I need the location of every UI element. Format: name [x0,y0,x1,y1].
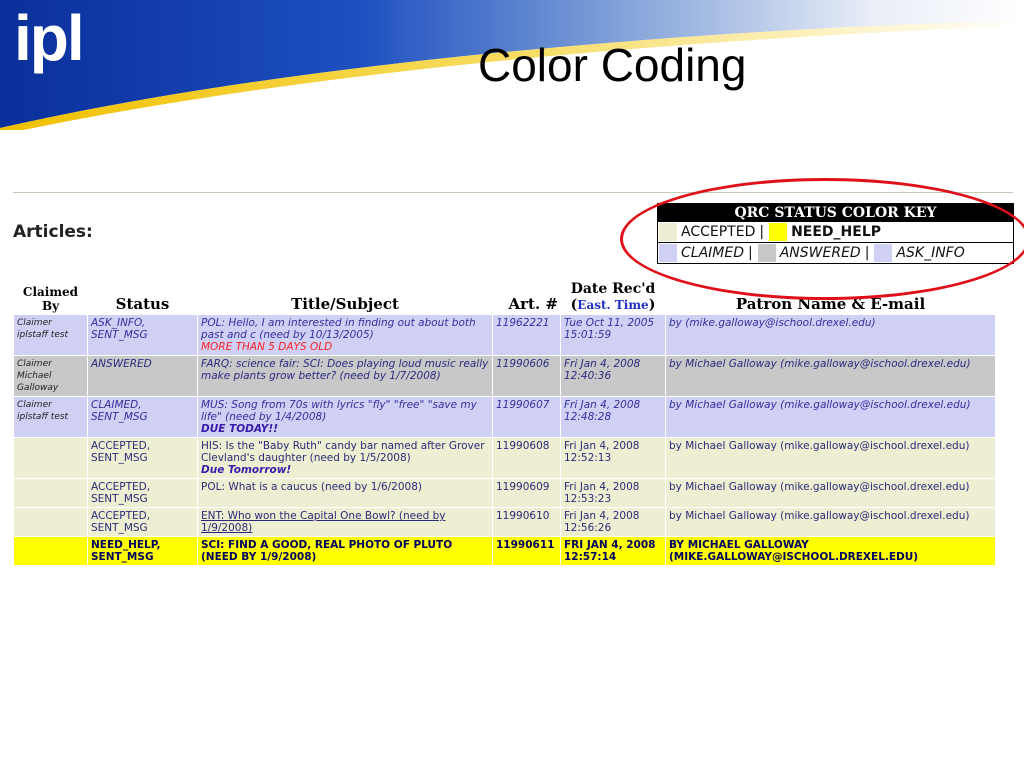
claimer-cell [13,536,88,566]
date-cell: Fri Jan 4, 2008 12:56:26 [560,507,666,537]
patron-cell: by Michael Galloway (mike.galloway@ischo… [665,355,996,397]
answered-swatch [757,244,776,262]
claimer-cell [13,437,88,479]
accepted-swatch [659,223,677,241]
col-claimed-by-line1: Claimed [22,285,79,299]
claimer-cell: Claimer iplstaff test [13,314,88,356]
claimer-cell: Claimer iplstaff test [13,396,88,438]
east-time-link[interactable]: East. Time [577,298,648,312]
key-accepted: ACCEPTED [681,224,756,240]
title-cell[interactable]: SCI: FIND A GOOD, REAL PHOTO OF PLUTO (N… [197,536,493,566]
key-claimed: CLAIMED [681,245,744,261]
col-patron[interactable]: Patron Name & E-mail [665,279,996,315]
col-claimed-by-line2: By [41,299,60,313]
table-row[interactable]: Claimer Michael Galloway ANSWERED FARQ: … [13,355,996,397]
table-header-row: Claimed By Status Title/Subject Art. # D… [13,279,996,315]
col-status[interactable]: Status [87,279,198,315]
title-text[interactable]: HIS: Is the "Baby Ruth" candy bar named … [201,440,485,464]
art-number-link[interactable]: 11962221 [492,314,561,356]
title-cell[interactable]: FARQ: science fair: SCI: Does playing lo… [197,355,493,397]
col-art[interactable]: Art. # [492,279,561,315]
col-date[interactable]: Date Rec'd (East. Time) [560,279,666,315]
key-separator: | [759,224,765,240]
key-answered: ANSWERED [779,245,861,261]
title-text[interactable]: POL: What is a caucus (need by 1/6/2008) [201,481,422,493]
slide-title: Color Coding [478,39,747,91]
date-cell: Fri Jan 4, 2008 12:40:36 [560,355,666,397]
patron-cell: by Michael Galloway (mike.galloway@ischo… [665,396,996,438]
articles-table: Claimed By Status Title/Subject Art. # D… [13,279,996,566]
table-row[interactable]: ACCEPTED, SENT_MSG ENT: Who won the Capi… [13,507,996,537]
date-cell: FRI JAN 4, 2008 12:57:14 [560,536,666,566]
art-number-link[interactable]: 11990611 [492,536,561,566]
title-cell[interactable]: ENT: Who won the Capital One Bowl? (need… [197,507,493,537]
articles-heading: Articles: [13,222,93,242]
date-cell: Fri Jan 4, 2008 12:52:13 [560,437,666,479]
title-cell[interactable]: MUS: Song from 70s with lyrics "fly" "fr… [197,396,493,438]
date-cell: Fri Jan 4, 2008 12:48:28 [560,396,666,438]
table-row[interactable]: NEED_HELP, SENT_MSG SCI: FIND A GOOD, RE… [13,536,996,566]
art-number-link[interactable]: 11990609 [492,478,561,508]
status-cell: ACCEPTED, SENT_MSG [87,478,198,508]
key-ask-info: ASK_INFO [896,245,965,261]
art-number-link[interactable]: 11990607 [492,396,561,438]
age-note: MORE THAN 5 DAYS OLD [201,341,333,353]
title-cell[interactable]: POL: What is a caucus (need by 1/6/2008) [197,478,493,508]
table-row[interactable]: ACCEPTED, SENT_MSG POL: What is a caucus… [13,478,996,508]
title-cell[interactable]: HIS: Is the "Baby Ruth" candy bar named … [197,437,493,479]
color-key-title: QRC STATUS COLOR KEY [658,204,1013,222]
col-title[interactable]: Title/Subject [197,279,493,315]
title-text[interactable]: ENT: Who won the Capital One Bowl? (need… [201,510,445,534]
patron-cell: by (mike.galloway@ischool.drexel.edu) [665,314,996,356]
claimer-cell [13,478,88,508]
title-cell[interactable]: POL: Hello, I am interested in finding o… [197,314,493,356]
title-text[interactable]: SCI: FIND A GOOD, REAL PHOTO OF PLUTO (N… [201,539,452,563]
table-row[interactable]: ACCEPTED, SENT_MSG HIS: Is the "Baby Rut… [13,437,996,479]
claimer-cell [13,507,88,537]
patron-cell: by Michael Galloway (mike.galloway@ischo… [665,507,996,537]
patron-cell: BY MICHAEL GALLOWAY (MIKE.GALLOWAY@ISCHO… [665,536,996,566]
color-key-row-1: ACCEPTED | NEED_HELP [658,222,1013,242]
ask-info-swatch [874,244,893,262]
status-cell: ANSWERED [87,355,198,397]
art-number-link[interactable]: 11990606 [492,355,561,397]
status-cell: ASK_INFO, SENT_MSG [87,314,198,356]
table-row[interactable]: Claimer iplstaff test CLAIMED, SENT_MSG … [13,396,996,438]
col-date-paren: ) [648,297,656,313]
claimer-cell: Claimer Michael Galloway [13,355,88,397]
color-key-row-2: CLAIMED | ANSWERED | ASK_INFO [658,242,1013,263]
col-claimed-by[interactable]: Claimed By [13,279,88,315]
claimed-swatch [659,244,677,262]
col-date-line1: Date Rec'd [570,281,656,297]
status-cell: ACCEPTED, SENT_MSG [87,507,198,537]
art-number-link[interactable]: 11990608 [492,437,561,479]
need-help-swatch [769,223,788,241]
patron-cell: by Michael Galloway (mike.galloway@ischo… [665,478,996,508]
divider [13,192,1013,193]
due-note: DUE TODAY!! [201,423,278,435]
patron-cell: by Michael Galloway (mike.galloway@ischo… [665,437,996,479]
due-note: Due Tomorrow! [201,464,292,476]
table-row[interactable]: Claimer iplstaff test ASK_INFO, SENT_MSG… [13,314,996,356]
status-color-key: QRC STATUS COLOR KEY ACCEPTED | NEED_HEL… [657,203,1014,264]
date-cell: Fri Jan 4, 2008 12:53:23 [560,478,666,508]
key-separator: | [748,245,753,261]
title-text[interactable]: FARQ: science fair: SCI: Does playing lo… [201,358,488,382]
date-cell: Tue Oct 11, 2005 15:01:59 [560,314,666,356]
ipl-logo: ipl [14,2,85,74]
art-number-link[interactable]: 11990610 [492,507,561,537]
status-cell: CLAIMED, SENT_MSG [87,396,198,438]
status-cell: NEED_HELP, SENT_MSG [87,536,198,566]
title-text[interactable]: MUS: Song from 70s with lyrics "fly" "fr… [201,399,477,423]
key-separator: | [864,245,870,261]
title-text[interactable]: POL: Hello, I am interested in finding o… [201,317,476,341]
status-cell: ACCEPTED, SENT_MSG [87,437,198,479]
key-need-help: NEED_HELP [791,224,882,240]
